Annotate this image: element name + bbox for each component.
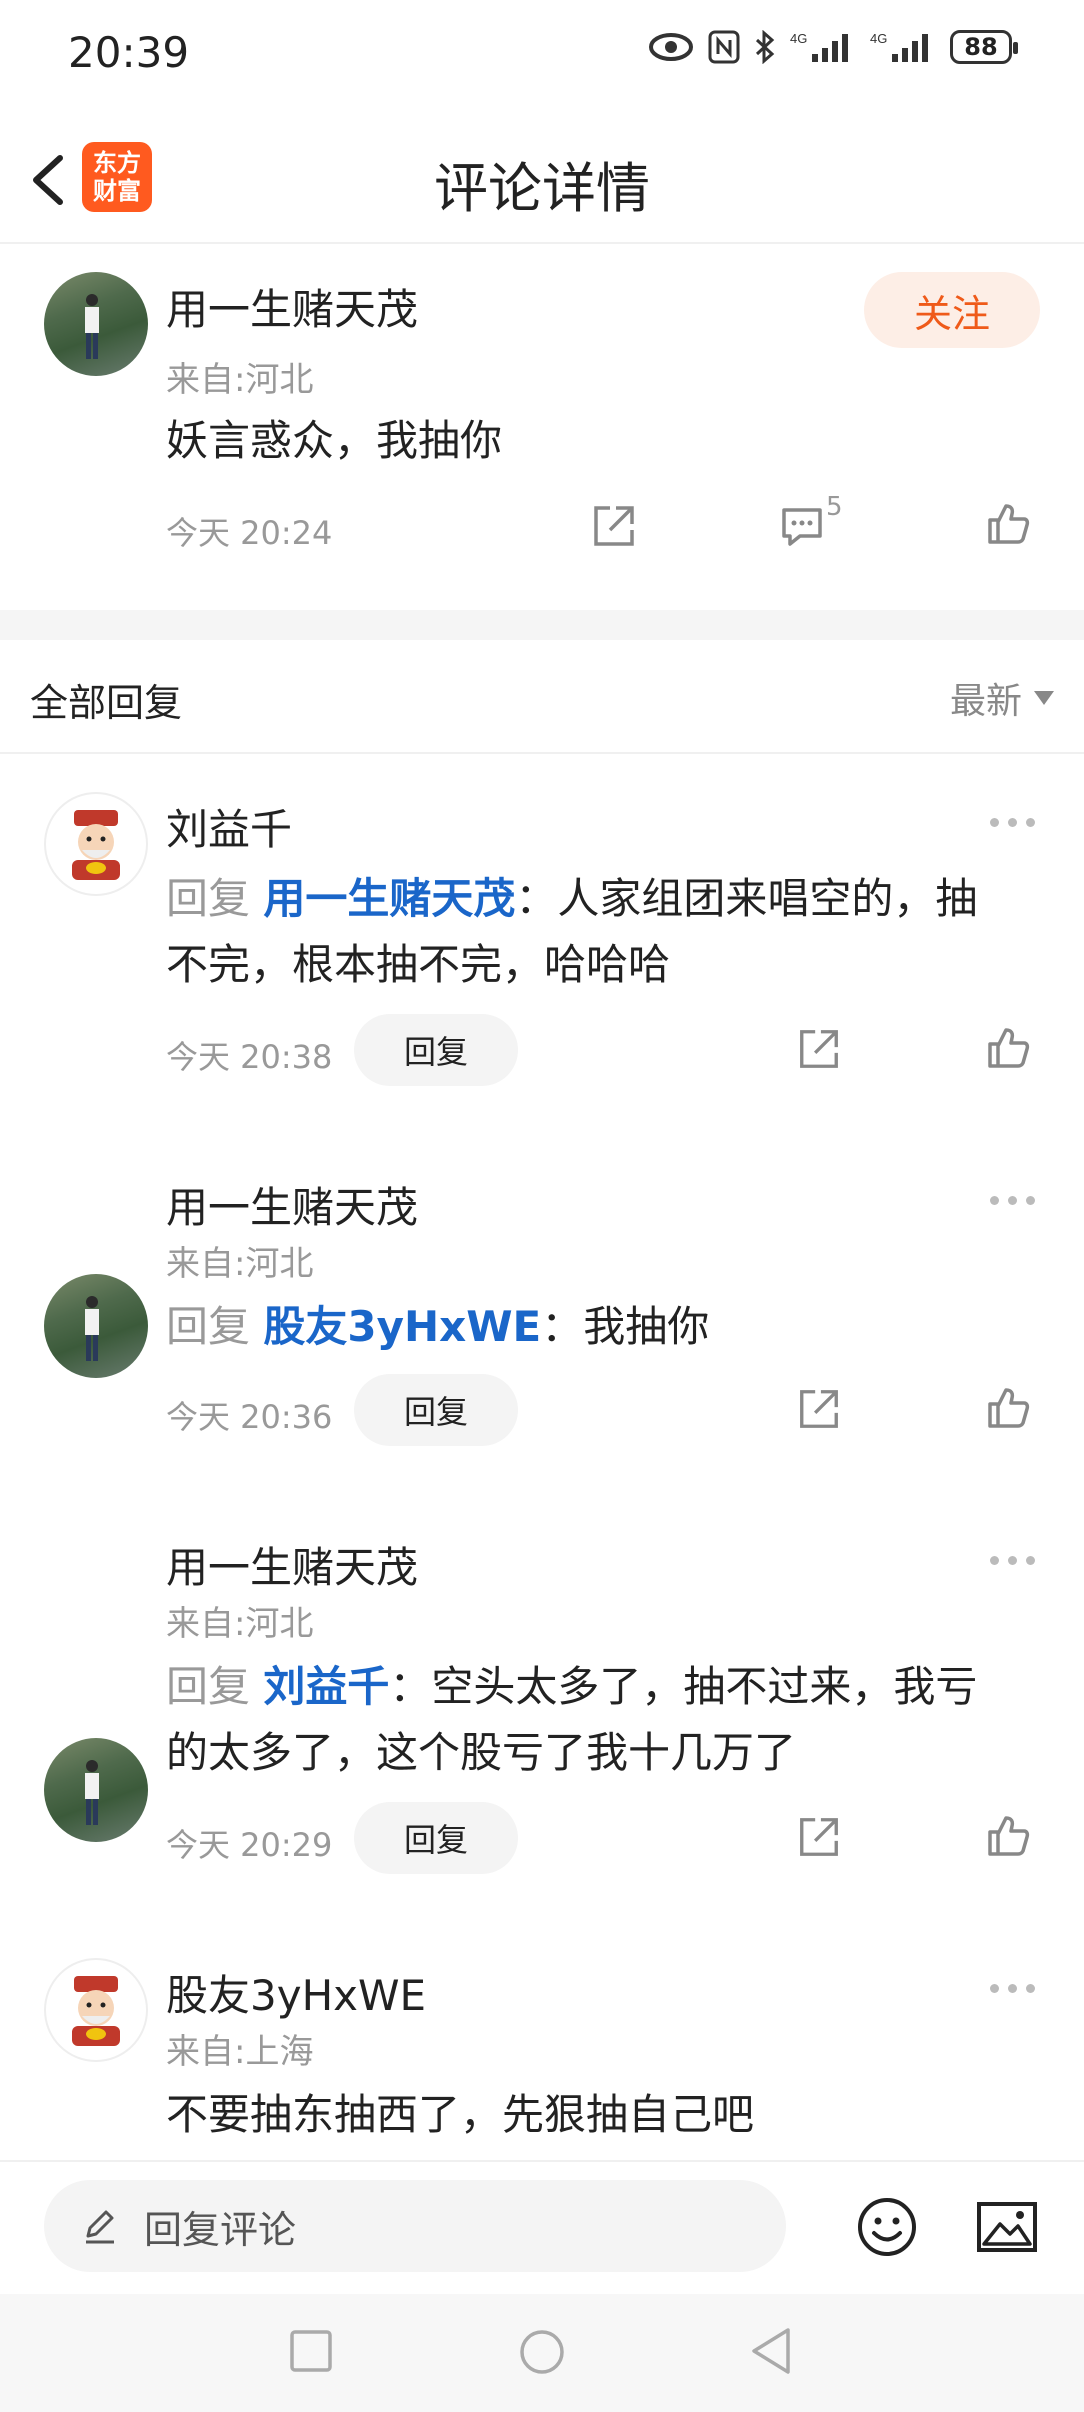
cartoon-avatar-icon xyxy=(72,1976,120,2046)
reply-to-link[interactable]: 用一生赌天茂 xyxy=(263,874,515,923)
comment-location: 来自:河北 xyxy=(166,360,314,400)
more-icon[interactable] xyxy=(990,1190,1040,1210)
reply-author[interactable]: 用一生赌天茂 xyxy=(166,1174,418,1235)
avatar[interactable] xyxy=(44,792,148,896)
reply-text-line2: 不完，根本抽不完，哈哈哈 xyxy=(166,940,671,989)
nav-circle-icon[interactable] xyxy=(518,2328,566,2376)
reply-location: 来自:上海 xyxy=(166,2032,314,2072)
section-separator xyxy=(0,610,1084,640)
reply-location: 来自:河北 xyxy=(166,1244,314,1284)
more-icon[interactable] xyxy=(990,812,1040,832)
comment-time: 今天 20:24 xyxy=(166,514,333,552)
nav-square-icon[interactable] xyxy=(288,2328,334,2374)
share-icon[interactable] xyxy=(796,1814,842,1860)
reply-time: 今天 20:29 xyxy=(166,1826,333,1864)
status-icons: 4G 4G 88 xyxy=(648,30,1018,64)
emoji-icon[interactable] xyxy=(856,2196,918,2258)
like-icon[interactable] xyxy=(984,1024,1032,1072)
nav-back-icon[interactable] xyxy=(748,2326,794,2376)
reply-input-placeholder: 回复评论 xyxy=(144,2207,297,2252)
signal-icon: 4G xyxy=(790,31,848,62)
comment-icon[interactable] xyxy=(778,502,826,550)
more-icon[interactable] xyxy=(990,1550,1040,1570)
pencil-icon xyxy=(86,2210,114,2244)
status-time: 20:39 xyxy=(68,28,190,77)
reply-author[interactable]: 股友3yHxWE xyxy=(166,1962,426,2023)
reply-text: 回复 股友3yHxWE：我抽你 xyxy=(166,1302,710,1351)
image-icon[interactable] xyxy=(976,2200,1038,2256)
replies-divider xyxy=(0,752,1084,754)
avatar[interactable] xyxy=(44,1274,148,1378)
share-icon[interactable] xyxy=(590,502,638,550)
like-icon[interactable] xyxy=(984,1384,1032,1432)
like-icon[interactable] xyxy=(984,500,1032,548)
sort-label: 最新 xyxy=(949,681,1022,722)
nfc-icon xyxy=(708,30,740,64)
comment-text: 妖言惑众，我抽你 xyxy=(166,416,503,465)
cartoon-avatar-icon xyxy=(72,810,120,880)
header-divider xyxy=(0,242,1084,244)
reply-time: 今天 20:38 xyxy=(166,1038,333,1076)
svg-text:4G: 4G xyxy=(870,31,887,46)
share-icon[interactable] xyxy=(796,1026,842,1072)
avatar[interactable] xyxy=(44,272,148,376)
reply-author[interactable]: 刘益千 xyxy=(166,796,292,857)
comment-count: 5 xyxy=(826,492,843,522)
reply-author[interactable]: 用一生赌天茂 xyxy=(166,1534,418,1595)
all-replies-title: 全部回复 xyxy=(30,681,183,725)
reply-to-link[interactable]: 刘益千 xyxy=(263,1662,389,1711)
reply-input[interactable]: 回复评论 xyxy=(44,2180,786,2272)
avatar[interactable] xyxy=(44,1738,148,1842)
avatar[interactable] xyxy=(44,1958,148,2062)
follow-button[interactable]: 关注 xyxy=(864,272,1040,348)
reply-button[interactable]: 回复 xyxy=(354,1374,518,1446)
eye-icon xyxy=(649,33,693,61)
dropdown-arrow-icon xyxy=(1034,691,1054,705)
reply-button[interactable]: 回复 xyxy=(354,1014,518,1086)
more-icon[interactable] xyxy=(990,1978,1040,1998)
like-icon[interactable] xyxy=(984,1812,1032,1860)
sort-dropdown[interactable]: 最新 xyxy=(950,672,1054,724)
reply-time: 今天 20:36 xyxy=(166,1398,333,1436)
reply-location: 来自:河北 xyxy=(166,1604,314,1644)
svg-text:4G: 4G xyxy=(790,31,807,46)
comment-author[interactable]: 用一生赌天茂 xyxy=(166,276,418,337)
signal-icon-2: 4G xyxy=(870,31,928,62)
reply-text-line2: 的太多了，这个股亏了我十几万了 xyxy=(166,1728,797,1777)
reply-text: 回复 用一生赌天茂：人家组团来唱空的，抽 xyxy=(166,874,978,923)
battery-indicator: 88 xyxy=(950,30,1018,64)
reply-button[interactable]: 回复 xyxy=(354,1802,518,1874)
reply-text: 回复 刘益千：空头太多了，抽不过来，我亏 xyxy=(166,1662,978,1711)
reply-text: 不要抽东抽西了，先狠抽自己吧 xyxy=(166,2090,755,2139)
bluetooth-icon xyxy=(755,30,775,64)
reply-to-link[interactable]: 股友3yHxWE xyxy=(263,1302,541,1351)
share-icon[interactable] xyxy=(796,1386,842,1432)
page-title: 评论详情 xyxy=(434,157,650,220)
